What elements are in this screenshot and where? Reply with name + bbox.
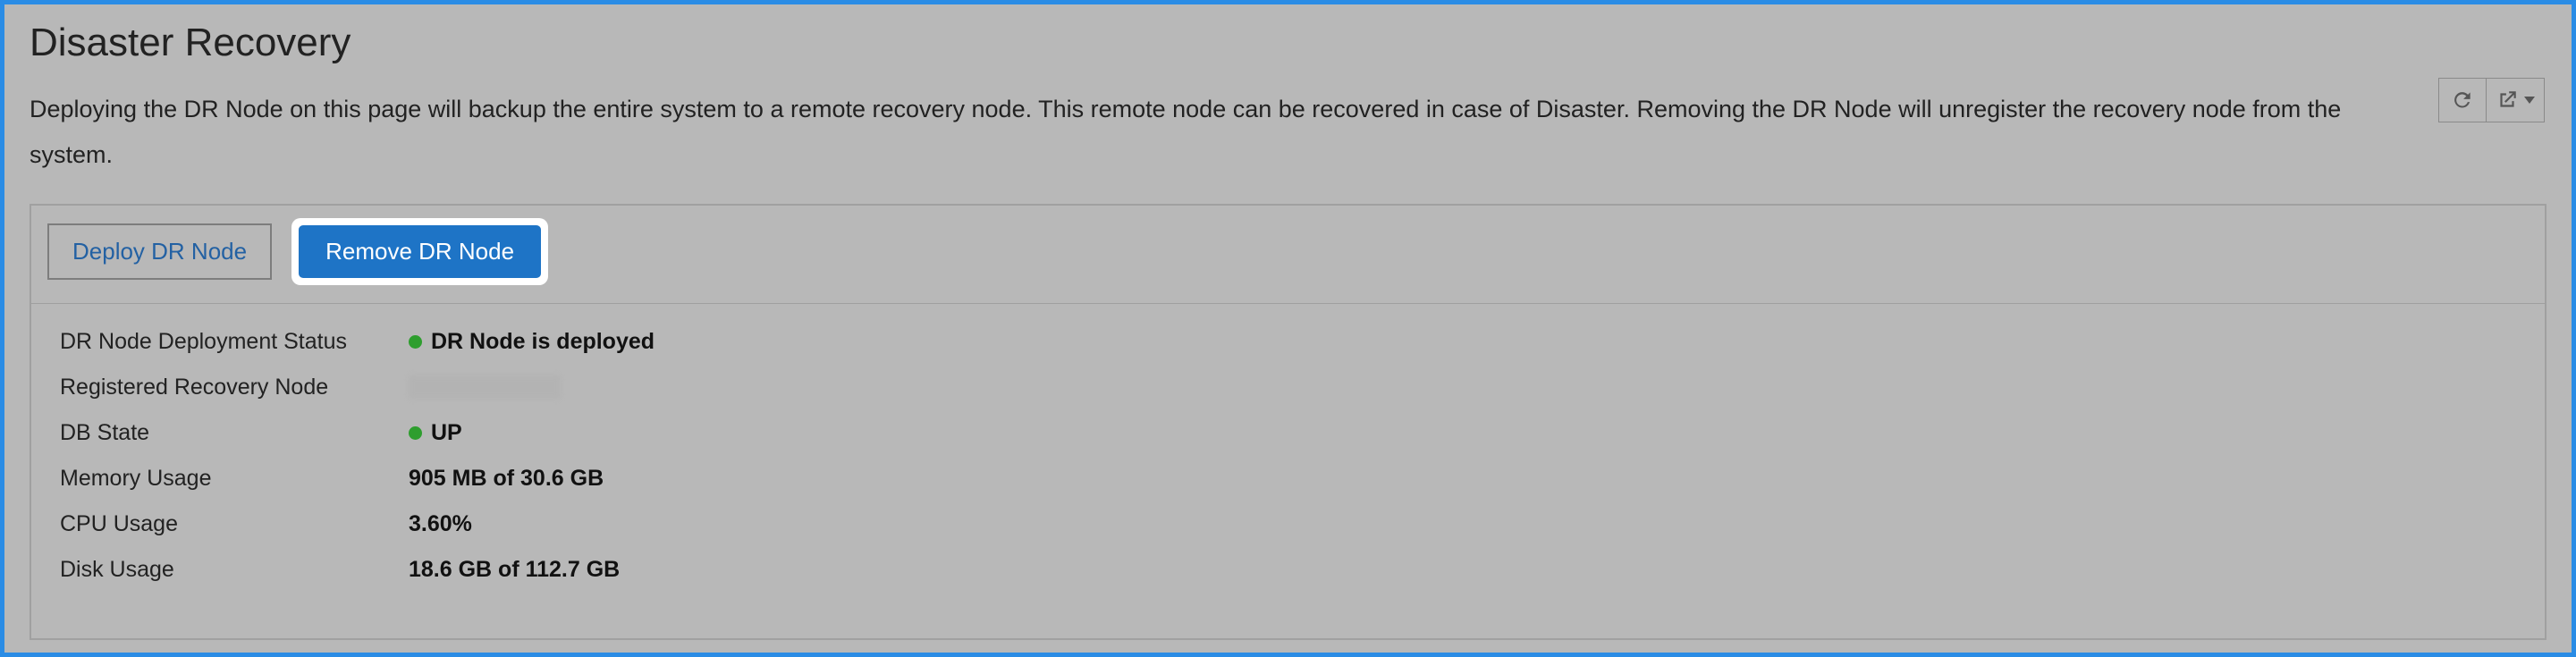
info-list: DR Node Deployment Status DR Node is dep… bbox=[31, 304, 2545, 638]
panel-toolbar: Deploy DR Node Remove DR Node bbox=[31, 206, 2545, 304]
status-dot-icon bbox=[409, 335, 422, 349]
page-title: Disaster Recovery bbox=[30, 21, 2546, 65]
info-row-cpu-usage: CPU Usage 3.60% bbox=[60, 511, 2516, 537]
info-value-text: 905 MB of 30.6 GB bbox=[409, 466, 604, 492]
info-value: 3.60% bbox=[409, 511, 472, 537]
action-group bbox=[2438, 78, 2545, 122]
remove-highlight: Remove DR Node bbox=[291, 218, 548, 285]
info-row-memory-usage: Memory Usage 905 MB of 30.6 GB bbox=[60, 466, 2516, 492]
info-value: UP bbox=[409, 420, 462, 446]
info-row-db-state: DB State UP bbox=[60, 420, 2516, 446]
info-row-disk-usage: Disk Usage 18.6 GB of 112.7 GB bbox=[60, 557, 2516, 583]
chevron-down-icon bbox=[2524, 97, 2535, 104]
info-value-text: UP bbox=[431, 420, 462, 446]
refresh-button[interactable] bbox=[2439, 79, 2486, 122]
info-value-text: 18.6 GB of 112.7 GB bbox=[409, 557, 620, 583]
info-value: 18.6 GB of 112.7 GB bbox=[409, 557, 620, 583]
remove-dr-node-button[interactable]: Remove DR Node bbox=[299, 225, 541, 278]
info-row-registered-node: Registered Recovery Node bbox=[60, 375, 2516, 400]
refresh-icon bbox=[2451, 88, 2474, 112]
page-description: Deploying the DR Node on this page will … bbox=[30, 87, 2399, 179]
dr-panel: Deploy DR Node Remove DR Node DR Node De… bbox=[30, 204, 2546, 640]
info-label: Disk Usage bbox=[60, 557, 409, 583]
info-value-text: DR Node is deployed bbox=[431, 329, 655, 355]
info-value: DR Node is deployed bbox=[409, 329, 655, 355]
info-value: 905 MB of 30.6 GB bbox=[409, 466, 604, 492]
export-icon bbox=[2496, 88, 2519, 112]
page-actions bbox=[2438, 78, 2545, 122]
info-label: DR Node Deployment Status bbox=[60, 329, 409, 355]
page-frame: Disaster Recovery Deploying the DR Node … bbox=[0, 0, 2576, 657]
export-button[interactable] bbox=[2487, 79, 2544, 122]
info-label: CPU Usage bbox=[60, 511, 409, 537]
redacted-value bbox=[409, 375, 561, 399]
info-label: Registered Recovery Node bbox=[60, 375, 409, 400]
info-value bbox=[409, 375, 561, 399]
info-row-deployment-status: DR Node Deployment Status DR Node is dep… bbox=[60, 329, 2516, 355]
info-label: DB State bbox=[60, 420, 409, 446]
info-label: Memory Usage bbox=[60, 466, 409, 492]
status-dot-icon bbox=[409, 426, 422, 440]
info-value-text: 3.60% bbox=[409, 511, 472, 537]
deploy-dr-node-button[interactable]: Deploy DR Node bbox=[47, 223, 272, 280]
